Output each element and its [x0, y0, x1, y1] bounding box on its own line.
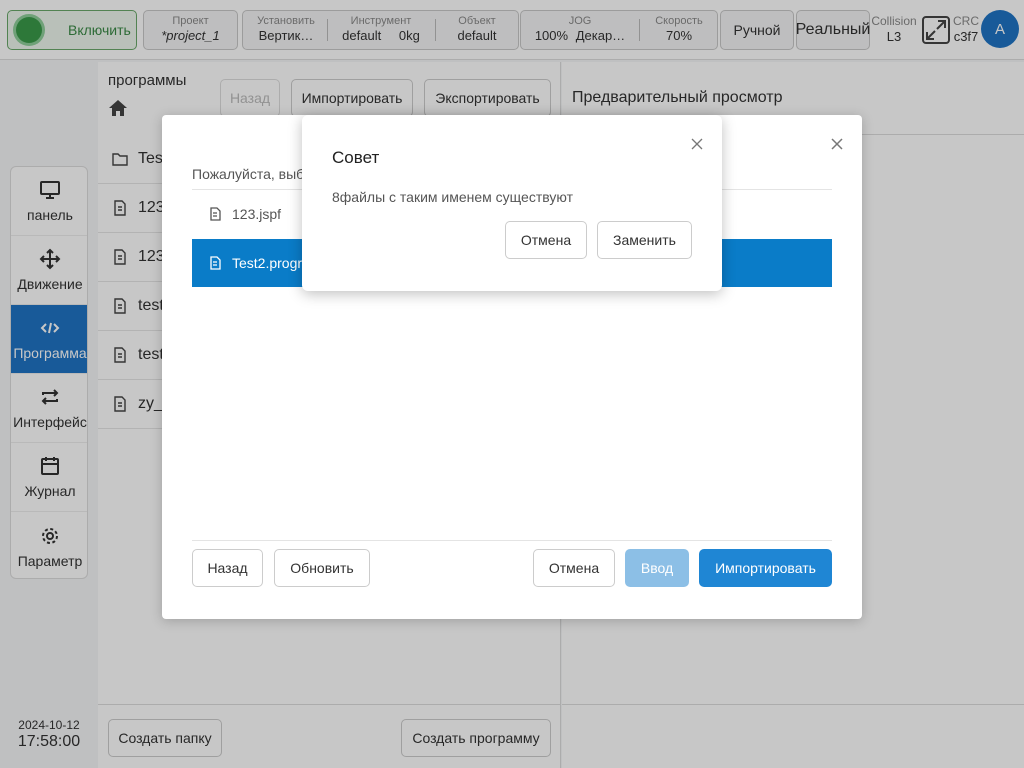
- import-prompt: Пожалуйста, выб: [192, 166, 305, 182]
- file-name: Test2.progr: [232, 255, 303, 271]
- refresh-button[interactable]: Обновить: [274, 549, 370, 587]
- dialog-back-button[interactable]: Назад: [192, 549, 263, 587]
- file-name: 123.jspf: [232, 206, 282, 222]
- file-icon: [210, 256, 221, 270]
- dialog-title: Совет: [332, 148, 380, 167]
- replace-button[interactable]: Заменить: [597, 221, 692, 259]
- dialog-message: 8файлы с таким именем существуют: [332, 189, 573, 205]
- enter-button[interactable]: Ввод: [625, 549, 689, 587]
- file-icon: [210, 207, 221, 221]
- divider: [192, 540, 832, 541]
- message-dialog: Совет 8файлы с таким именем существуют О…: [302, 115, 722, 291]
- close-icon[interactable]: [691, 138, 703, 150]
- dialog-cancel-button[interactable]: Отмена: [533, 549, 615, 587]
- dialog-import-button[interactable]: Импортировать: [699, 549, 832, 587]
- close-icon[interactable]: [830, 137, 844, 151]
- cancel-button[interactable]: Отмена: [505, 221, 587, 259]
